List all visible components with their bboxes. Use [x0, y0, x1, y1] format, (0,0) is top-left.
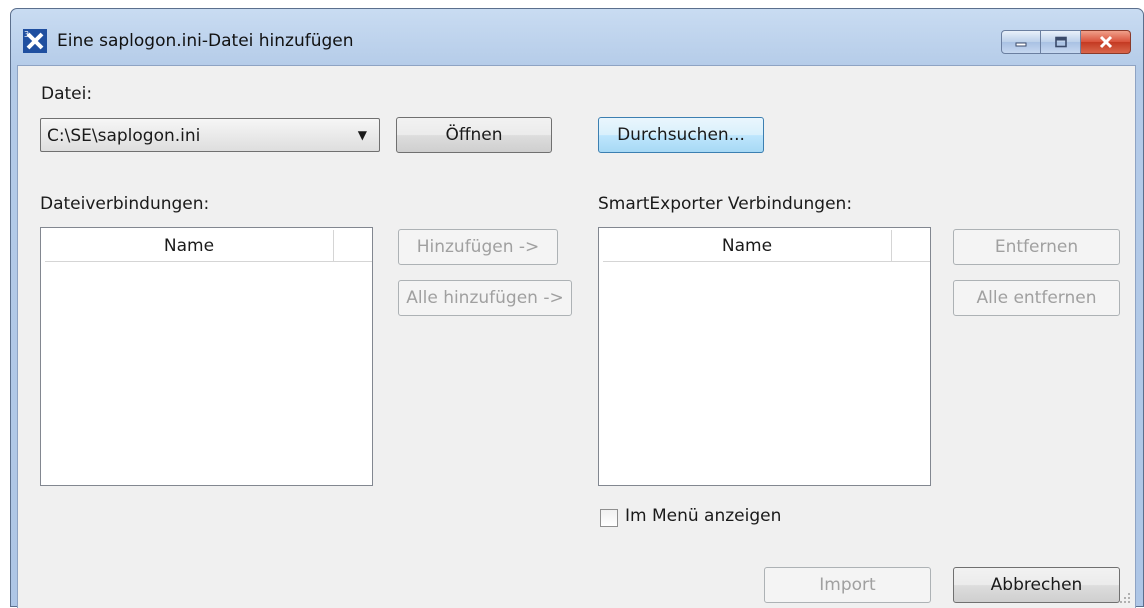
- resize-grip-icon[interactable]: [1117, 590, 1131, 604]
- file-connections-header: Name: [45, 230, 372, 262]
- file-connections-list[interactable]: Name: [40, 227, 373, 486]
- show-in-menu-checkbox[interactable]: [600, 509, 618, 527]
- maximize-button[interactable]: [1041, 30, 1081, 54]
- close-button[interactable]: [1081, 30, 1131, 54]
- se-connections-header: Name: [603, 230, 930, 262]
- remove-all-button[interactable]: Alle entfernen: [953, 280, 1120, 316]
- app-x-icon: 3: [23, 29, 47, 53]
- close-icon: [1099, 35, 1112, 49]
- browse-button[interactable]: Durchsuchen...: [598, 117, 764, 153]
- column-header-name[interactable]: Name: [603, 230, 892, 261]
- dropdown-arrow-icon: ▼: [357, 128, 367, 142]
- dialog-content: Datei: C:\SE\saplogon.ini ▼ Öffnen Durch…: [17, 65, 1136, 608]
- import-button[interactable]: Import: [764, 567, 931, 603]
- se-connections-list[interactable]: Name: [598, 227, 931, 486]
- file-combobox[interactable]: C:\SE\saplogon.ini ▼: [40, 118, 380, 152]
- file-connections-label: Dateiverbindungen:: [40, 194, 210, 214]
- remove-button[interactable]: Entfernen: [953, 229, 1120, 265]
- minimize-button[interactable]: [1001, 30, 1041, 54]
- cancel-button[interactable]: Abbrechen: [953, 567, 1120, 603]
- minimize-icon: [1015, 42, 1027, 47]
- show-in-menu-label[interactable]: Im Menü anzeigen: [625, 506, 781, 526]
- add-button[interactable]: Hinzufügen ->: [398, 229, 558, 265]
- column-header-name[interactable]: Name: [45, 230, 334, 261]
- title-bar[interactable]: 3 Eine saplogon.ini-Datei hinzufügen: [11, 9, 1143, 65]
- open-button[interactable]: Öffnen: [396, 117, 552, 153]
- svg-text:3: 3: [24, 30, 29, 39]
- add-all-button[interactable]: Alle hinzufügen ->: [398, 280, 572, 316]
- maximize-icon: [1054, 36, 1067, 48]
- se-connections-label: SmartExporter Verbindungen:: [598, 194, 853, 214]
- window-title: Eine saplogon.ini-Datei hinzufügen: [57, 31, 354, 51]
- dialog-window: 3 Eine saplogon.ini-Datei hinzufügen Dat…: [10, 8, 1144, 608]
- file-label: Datei:: [41, 84, 93, 104]
- file-combobox-value: C:\SE\saplogon.ini: [47, 126, 201, 146]
